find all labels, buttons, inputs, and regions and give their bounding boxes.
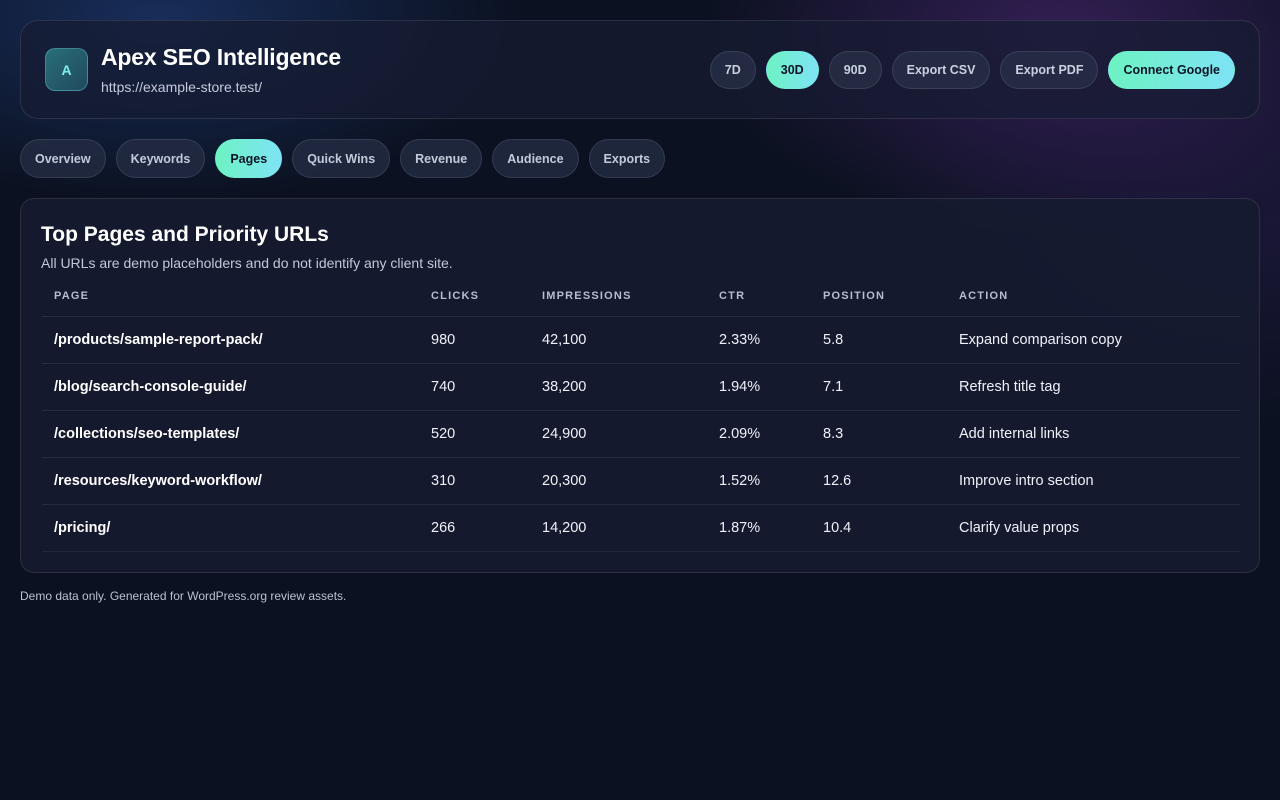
- impressions-cell: 24,900: [530, 410, 707, 458]
- range-30d-button[interactable]: 30D: [765, 51, 819, 89]
- table-row: /resources/keyword-workflow/ 310 20,300 …: [42, 457, 1240, 505]
- app-title: Apex SEO Intelligence: [101, 44, 341, 70]
- pages-table: Page Clicks Impressions CTR Position Act…: [42, 276, 1240, 552]
- column-header-action[interactable]: Action: [947, 276, 1240, 317]
- tab-overview[interactable]: Overview: [20, 139, 106, 178]
- page-url-cell: /products/sample-report-pack/: [42, 316, 419, 364]
- action-cell: Add internal links: [947, 410, 1240, 458]
- column-header-position[interactable]: Position: [811, 276, 947, 317]
- clicks-cell: 310: [419, 457, 530, 505]
- impressions-cell: 14,200: [530, 504, 707, 552]
- connect-google-button[interactable]: Connect Google: [1108, 51, 1235, 89]
- impressions-cell: 20,300: [530, 457, 707, 505]
- range-90d-button[interactable]: 90D: [828, 51, 882, 89]
- column-header-impressions[interactable]: Impressions: [530, 276, 707, 317]
- top-pages-card: Top Pages and Priority URLs All URLs are…: [20, 198, 1260, 573]
- action-cell: Expand comparison copy: [947, 316, 1240, 364]
- app-logo: A: [45, 48, 88, 91]
- ctr-cell: 1.94%: [707, 363, 811, 411]
- header-actions: 7D 30D 90D Export CSV Export PDF Connect…: [709, 51, 1235, 89]
- tab-quick-wins[interactable]: Quick Wins: [292, 139, 391, 178]
- ctr-cell: 2.09%: [707, 410, 811, 458]
- tab-bar: Overview Keywords Pages Quick Wins Reven…: [20, 139, 666, 178]
- ctr-cell: 2.33%: [707, 316, 811, 364]
- card-subtitle: All URLs are demo placeholders and do no…: [41, 255, 453, 271]
- page-url-cell: /blog/search-console-guide/: [42, 363, 419, 411]
- clicks-cell: 980: [419, 316, 530, 364]
- table-row: /products/sample-report-pack/ 980 42,100…: [42, 316, 1240, 364]
- column-header-clicks[interactable]: Clicks: [419, 276, 530, 317]
- table-row: /blog/search-console-guide/ 740 38,200 1…: [42, 363, 1240, 411]
- tab-pages[interactable]: Pages: [215, 139, 283, 178]
- table-row: /collections/seo-templates/ 520 24,900 2…: [42, 410, 1240, 458]
- footer-note: Demo data only. Generated for WordPress.…: [20, 589, 347, 603]
- export-csv-button[interactable]: Export CSV: [891, 51, 991, 89]
- column-header-page[interactable]: Page: [42, 276, 419, 317]
- clicks-cell: 740: [419, 363, 530, 411]
- position-cell: 10.4: [811, 504, 947, 552]
- ctr-cell: 1.52%: [707, 457, 811, 505]
- range-7d-button[interactable]: 7D: [709, 51, 756, 89]
- page-url-cell: /collections/seo-templates/: [42, 410, 419, 458]
- app-header: A Apex SEO Intelligence https://example-…: [20, 20, 1260, 119]
- impressions-cell: 42,100: [530, 316, 707, 364]
- tab-keywords[interactable]: Keywords: [115, 139, 206, 178]
- tab-revenue[interactable]: Revenue: [400, 139, 483, 178]
- position-cell: 8.3: [811, 410, 947, 458]
- position-cell: 5.8: [811, 316, 947, 364]
- column-header-ctr[interactable]: CTR: [707, 276, 811, 317]
- page-url-cell: /pricing/: [42, 504, 419, 552]
- action-cell: Clarify value props: [947, 504, 1240, 552]
- table-header-row: Page Clicks Impressions CTR Position Act…: [42, 276, 1240, 317]
- position-cell: 12.6: [811, 457, 947, 505]
- clicks-cell: 266: [419, 504, 530, 552]
- table-row: /pricing/ 266 14,200 1.87% 10.4 Clarify …: [42, 504, 1240, 552]
- export-pdf-button[interactable]: Export PDF: [1000, 51, 1099, 89]
- impressions-cell: 38,200: [530, 363, 707, 411]
- position-cell: 7.1: [811, 363, 947, 411]
- action-cell: Refresh title tag: [947, 363, 1240, 411]
- clicks-cell: 520: [419, 410, 530, 458]
- page-url-cell: /resources/keyword-workflow/: [42, 457, 419, 505]
- card-title: Top Pages and Priority URLs: [41, 223, 329, 246]
- tab-exports[interactable]: Exports: [588, 139, 666, 178]
- site-url: https://example-store.test/: [101, 79, 263, 95]
- action-cell: Improve intro section: [947, 457, 1240, 505]
- tab-audience[interactable]: Audience: [492, 139, 579, 178]
- ctr-cell: 1.87%: [707, 504, 811, 552]
